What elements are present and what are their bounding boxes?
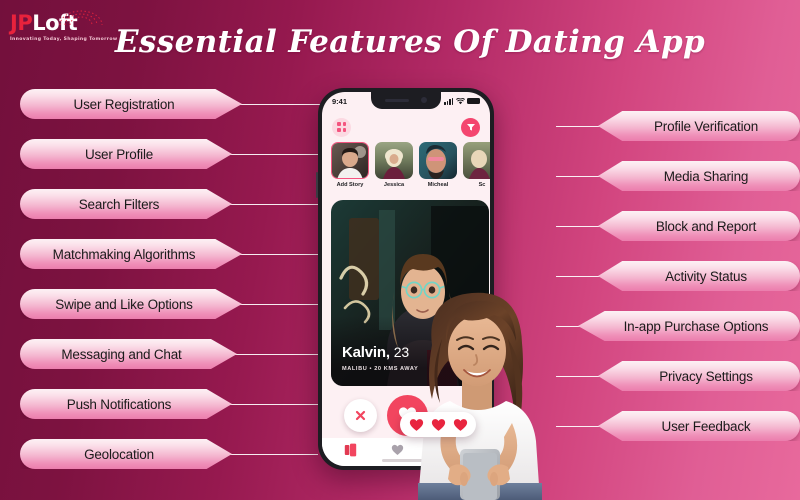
status-time: 9:41 [332, 96, 348, 106]
story-thumbnail [463, 142, 490, 179]
story-thumbnail [375, 142, 413, 179]
story-item[interactable]: Micheal [419, 142, 457, 192]
card-name-text: Kalvin, [342, 344, 390, 361]
feature-pill-matchmaking-algorithms[interactable]: Matchmaking Algorithms [20, 239, 242, 269]
story-name: Jessica [383, 181, 405, 188]
connector-line-left-6 [224, 354, 318, 356]
story-item[interactable]: Sc [463, 142, 490, 192]
connector-line-right-3 [556, 226, 600, 228]
heart-icon [431, 418, 445, 431]
feature-label: Profile Verification [653, 118, 759, 134]
logo-tagline: Innovating Today, Shaping Tomorrow [10, 37, 118, 42]
feature-label: Geolocation [84, 446, 154, 462]
feature-label: User Registration [73, 96, 175, 112]
connector-line-right-2 [556, 176, 600, 178]
feature-pill-user-registration[interactable]: User Registration [20, 89, 242, 119]
status-bar: 9:41 [322, 92, 490, 110]
feature-pill-geolocation[interactable]: Geolocation [20, 439, 232, 469]
feature-pill-push-notifications[interactable]: Push Notifications [20, 389, 232, 419]
filter-funnel-icon[interactable] [461, 117, 480, 137]
grid-menu-icon[interactable] [332, 117, 351, 137]
logo-text-jp: JP [10, 11, 33, 35]
story-photo-add [332, 143, 368, 178]
feature-pill-profile-verification[interactable]: Profile Verification [598, 111, 800, 141]
card-profile-name: Kalvin, 23 [342, 344, 409, 361]
signal-bars-icon [444, 97, 453, 105]
brand-logo: JPLoft Innovating Today, Shaping Tomorro… [10, 10, 118, 54]
close-x-icon [355, 410, 366, 420]
infographic-canvas: JPLoft Innovating Today, Shaping Tomorro… [0, 0, 800, 500]
feature-pill-user-profile[interactable]: User Profile [20, 139, 232, 169]
story-item[interactable]: Add Story [331, 142, 369, 192]
connector-line-right-4 [556, 276, 600, 278]
story-item[interactable]: Jessica [375, 142, 413, 192]
heart-icon [391, 444, 404, 455]
connector-line-left-2 [224, 154, 318, 156]
app-bar [322, 114, 490, 140]
logo-arc-decoration [59, 10, 103, 26]
feature-label: Matchmaking Algorithms [52, 246, 196, 262]
story-photo-micheal [419, 142, 457, 179]
feature-label: Push Notifications [66, 396, 172, 412]
feature-pill-swipe-and-like-options[interactable]: Swipe and Like Options [20, 289, 242, 319]
heart-icon [453, 418, 467, 431]
feature-label: In-app Purchase Options [623, 318, 769, 334]
feature-label: User Profile [84, 146, 154, 162]
feature-label: Block and Report [655, 218, 757, 234]
connector-line-left-3 [224, 204, 318, 206]
heart-icon [409, 418, 423, 431]
connector-line-right-6 [556, 376, 600, 378]
woman-with-phone-photo [418, 292, 542, 500]
feature-label: Media Sharing [663, 168, 749, 184]
status-icons [444, 97, 480, 105]
dislike-button[interactable] [344, 398, 377, 432]
story-thumbnail [331, 142, 369, 179]
connector-line-right-7 [556, 426, 600, 428]
feature-pill-media-sharing[interactable]: Media Sharing [598, 161, 800, 191]
story-name: Sc [478, 181, 486, 188]
feature-label: Search Filters [78, 196, 160, 212]
connector-line-left-8 [224, 454, 318, 456]
feature-pill-privacy-settings[interactable]: Privacy Settings [598, 361, 800, 391]
feature-label: Swipe and Like Options [55, 296, 193, 312]
story-photo-jessica [375, 142, 413, 179]
stories-row: Add Story Jessica Micheal Sc [322, 142, 490, 192]
feature-label: User Feedback [661, 418, 751, 434]
story-thumbnail [419, 142, 457, 179]
feature-label: Privacy Settings [659, 368, 753, 384]
feature-pill-messaging-and-chat[interactable]: Messaging and Chat [20, 339, 237, 369]
feature-pill-search-filters[interactable]: Search Filters [20, 189, 232, 219]
funnel-glyph [466, 124, 475, 131]
battery-icon [467, 97, 480, 105]
cards-stack-icon [344, 443, 357, 456]
feature-label: Activity Status [665, 268, 747, 284]
tab-cards[interactable] [344, 443, 357, 462]
wifi-icon [455, 97, 465, 104]
feature-label: Messaging and Chat [61, 346, 182, 362]
page-title: Essential Features Of Dating App [114, 24, 706, 60]
story-photo-partial [463, 142, 490, 179]
feature-pill-user-feedback[interactable]: User Feedback [598, 411, 800, 441]
connector-line-left-7 [224, 404, 318, 406]
feature-pill-block-and-report[interactable]: Block and Report [598, 211, 800, 241]
story-name: Add Story [336, 181, 364, 188]
connector-line-right-1 [556, 126, 600, 128]
floating-hearts-badge [400, 412, 476, 437]
story-name: Micheal [427, 181, 449, 188]
feature-pill-in-app-purchase-options[interactable]: In-app Purchase Options [578, 311, 800, 341]
feature-pill-activity-status[interactable]: Activity Status [598, 261, 800, 291]
